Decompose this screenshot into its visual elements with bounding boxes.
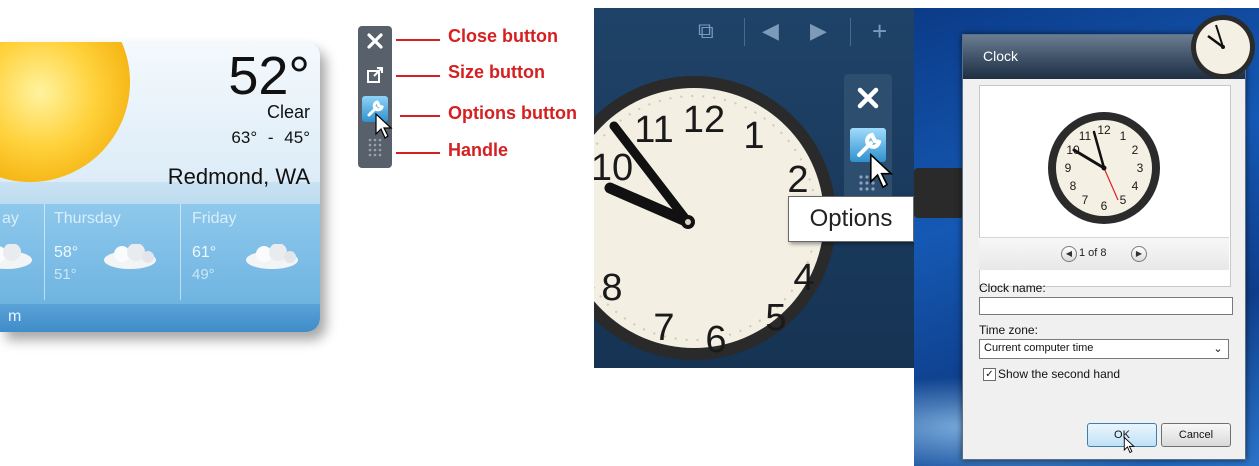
options-tooltip: Options bbox=[788, 196, 914, 242]
cloud-icon bbox=[246, 244, 298, 269]
dial-number: 3 bbox=[1137, 161, 1144, 175]
callout-line bbox=[396, 75, 440, 77]
weather-condition: Clear bbox=[266, 102, 310, 122]
dial-number: 6 bbox=[1101, 199, 1108, 213]
next-clock-button[interactable]: ▶ bbox=[1131, 246, 1147, 262]
dial-number: 2 bbox=[1132, 143, 1139, 157]
clock-name-field[interactable] bbox=[979, 297, 1233, 315]
resize-icon bbox=[367, 67, 383, 83]
dial-number: 7 bbox=[1082, 193, 1089, 207]
close-icon bbox=[857, 87, 879, 109]
dial-number: 10 bbox=[594, 147, 633, 189]
options-button-callout: Options button bbox=[448, 103, 577, 123]
preview-clock-icon: 12 1 2 3 4 5 6 7 8 9 10 11 bbox=[1048, 112, 1160, 224]
callout-line bbox=[396, 39, 440, 41]
mouse-cursor-icon bbox=[1123, 436, 1135, 454]
dial-number: 5 bbox=[1120, 193, 1127, 207]
dial-number: 4 bbox=[1132, 179, 1139, 193]
forecast-high: 58° bbox=[54, 244, 79, 261]
desktop-icon[interactable] bbox=[914, 168, 964, 218]
dial-number: 11 bbox=[1079, 129, 1092, 143]
weather-source-link[interactable]: m bbox=[8, 308, 21, 326]
forecast-day-label: Thursday bbox=[54, 210, 121, 227]
size-button[interactable] bbox=[362, 62, 388, 88]
mouse-cursor-icon bbox=[869, 152, 894, 189]
grip-handle-icon bbox=[368, 138, 382, 157]
callout-line bbox=[396, 152, 440, 154]
dial-number: 8 bbox=[1070, 179, 1077, 193]
add-icon[interactable]: + bbox=[872, 16, 887, 47]
drag-handle[interactable] bbox=[362, 134, 388, 160]
clock-gadget-toolbar bbox=[844, 74, 894, 204]
close-button[interactable] bbox=[362, 28, 388, 54]
range-separator: - bbox=[267, 128, 274, 147]
time-zone-value: Current computer time bbox=[984, 342, 1094, 354]
chevron-down-icon: ⌄ bbox=[1213, 343, 1223, 355]
low-temperature: 45° bbox=[284, 128, 310, 147]
dial-number: 12 bbox=[683, 99, 725, 141]
weather-location[interactable]: Redmond, WA bbox=[168, 164, 310, 190]
forecast-day-label: ay bbox=[2, 210, 19, 227]
forecast-day-label: Friday bbox=[192, 210, 237, 227]
bar-divider bbox=[850, 18, 851, 46]
close-button[interactable] bbox=[854, 84, 882, 117]
next-icon[interactable]: ▶ bbox=[810, 18, 827, 44]
mini-clock-gadget[interactable] bbox=[1190, 14, 1256, 80]
temperature-range: 63° - 45° bbox=[231, 128, 310, 148]
bar-divider bbox=[744, 18, 745, 46]
prev-icon[interactable]: ◀ bbox=[762, 18, 779, 44]
second-hand-label[interactable]: Show the second hand bbox=[998, 367, 1120, 381]
dial-number: 8 bbox=[601, 267, 622, 309]
forecast-high: 61° bbox=[192, 244, 217, 261]
close-button-callout: Close button bbox=[448, 26, 558, 46]
callout-line bbox=[400, 115, 440, 117]
forecast-divider bbox=[44, 204, 45, 300]
cloud-icon bbox=[0, 244, 32, 269]
dial-number: 7 bbox=[653, 307, 674, 349]
clock-style-pager: ◀ 1 of 8 ▶ bbox=[979, 237, 1229, 270]
clock-options-dialog: Clock 12 1 2 3 4 5 6 7 8 9 10 11 ◀ 1 of … bbox=[962, 34, 1246, 460]
cloud-icon bbox=[104, 244, 156, 269]
forecast-low: 49° bbox=[192, 266, 215, 283]
time-zone-select[interactable]: Current computer time ⌄ bbox=[979, 339, 1229, 359]
forecast-divider bbox=[180, 204, 181, 300]
clock-name-label: Clock name: bbox=[979, 281, 1046, 295]
weather-gadget: 52° Clear 63° - 45° Redmond, WA ay Thurs… bbox=[0, 42, 320, 332]
ok-button[interactable]: OK bbox=[1087, 423, 1157, 447]
gadget-sidebar-bar: ⧉ ◀ ▶ + bbox=[594, 8, 914, 56]
time-zone-label: Time zone: bbox=[979, 323, 1038, 337]
handle-callout: Handle bbox=[448, 140, 509, 160]
dial-number: 1 bbox=[1120, 129, 1127, 143]
dial-number: 6 bbox=[705, 319, 726, 361]
high-temperature: 63° bbox=[231, 128, 258, 147]
dial-number: 9 bbox=[1065, 161, 1072, 175]
cancel-button[interactable]: Cancel bbox=[1161, 423, 1231, 447]
size-button-callout: Size button bbox=[448, 62, 545, 82]
dial-number: 1 bbox=[743, 115, 764, 157]
pager-text: 1 of 8 bbox=[1079, 247, 1107, 259]
dial-number: 4 bbox=[793, 257, 814, 299]
dial-number: 2 bbox=[787, 159, 808, 201]
dialog-title: Clock bbox=[983, 48, 1019, 64]
gadget-toolbar bbox=[358, 26, 393, 168]
desktop-clock-panel: ⧉ ◀ ▶ + 10 11 12 1 2 4 5 6 7 8 bbox=[594, 8, 914, 368]
close-icon bbox=[367, 33, 383, 49]
dial-number: 12 bbox=[1097, 123, 1111, 137]
multi-window-icon[interactable]: ⧉ bbox=[698, 18, 714, 44]
dial-number: 11 bbox=[634, 109, 673, 151]
forecast-low: 51° bbox=[54, 266, 77, 283]
dial-number: 5 bbox=[765, 297, 786, 339]
current-temperature: 52° bbox=[228, 46, 310, 106]
prev-clock-button[interactable]: ◀ bbox=[1061, 246, 1077, 262]
weather-footer: m bbox=[0, 304, 320, 332]
forecast-row: ay Thursday 58° 51° Friday 61° 49° bbox=[0, 204, 320, 304]
second-hand-checkbox[interactable]: ✓ bbox=[983, 368, 996, 381]
